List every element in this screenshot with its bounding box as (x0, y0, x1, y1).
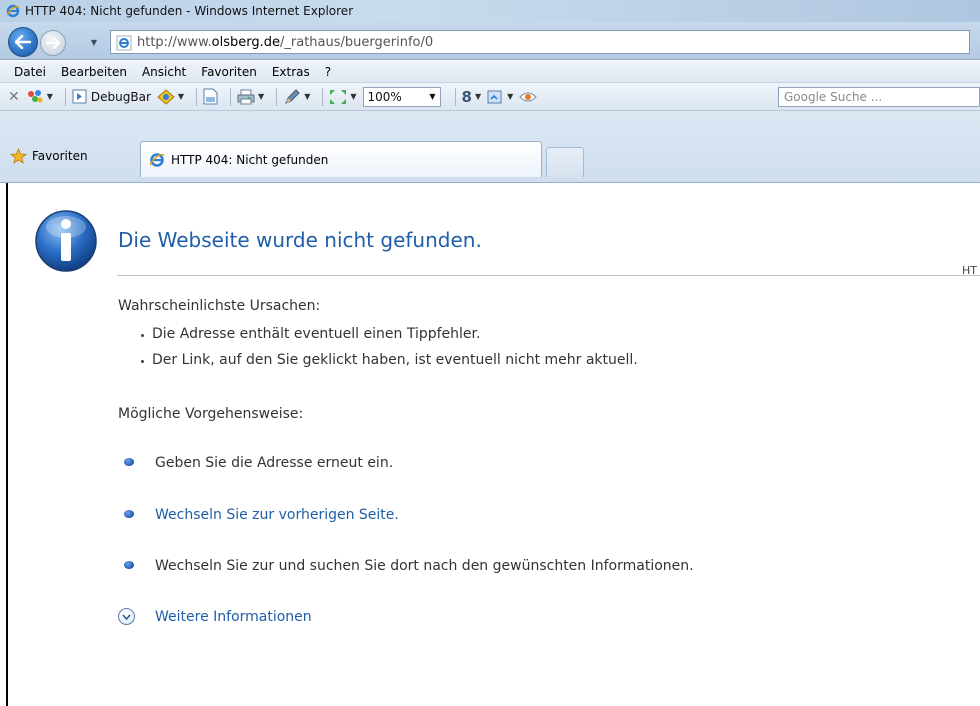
toolbar-separator (276, 87, 278, 106)
chevron-down-icon: ▼ (304, 92, 311, 101)
cause-item: Die Adresse enthält eventuell einen Tipp… (140, 326, 481, 342)
people-button[interactable]: ▼ (26, 86, 53, 108)
info-icon (35, 210, 97, 272)
debugbar-label: DebugBar (90, 89, 151, 104)
command-toolbar: ✕ ▼ DebugBar ▼ ▼ ▼ ▼ 100% ▼ 8 ▼ ▼ Google… (0, 83, 980, 111)
chevron-down-icon: ▼ (350, 92, 357, 101)
url-path: /_rathaus/buergerinfo/0 (280, 34, 434, 50)
expand-icon (330, 89, 347, 104)
feed-page-icon (487, 90, 502, 103)
favorites-label: Favoriten (32, 149, 88, 163)
people-icon (27, 89, 43, 102)
url-domain: olsberg.de (211, 34, 281, 50)
page-title: Die Webseite wurde nicht gefunden. (118, 228, 482, 252)
chevron-down-icon: ▼ (507, 92, 514, 101)
action-item: Wechseln Sie zur und suchen Sie dort nac… (124, 558, 694, 574)
arrow-right-icon (46, 37, 60, 49)
chevron-down-icon: ▼ (474, 92, 482, 101)
chevron-down-icon: ▼ (258, 92, 265, 101)
bullet-icon (124, 510, 134, 518)
print-button[interactable]: ▼ (237, 86, 264, 108)
chevron-down-icon: ▼ (429, 92, 436, 101)
diamond-icon (157, 88, 175, 105)
close-icon: ✕ (8, 88, 20, 105)
action-retype-address: Geben Sie die Adresse erneut ein. (155, 455, 394, 471)
eight-icon: 8 (461, 87, 472, 106)
toolbar-separator (230, 87, 232, 106)
ie-logo-icon (6, 4, 20, 18)
star-icon (10, 148, 27, 164)
page-content (0, 183, 980, 706)
ie-dev-button[interactable]: ▼ (157, 86, 184, 108)
window-title: HTTP 404: Nicht gefunden - Windows Inter… (25, 4, 354, 18)
content-border (6, 183, 8, 706)
eight-button[interactable]: 8 ▼ (462, 86, 482, 108)
page-icon (203, 88, 218, 105)
pen-icon (285, 88, 300, 104)
ie-logo-icon (149, 152, 165, 167)
url-prefix: http://www. (137, 34, 212, 50)
page-button[interactable] (203, 86, 218, 108)
chevron-down-icon: ▼ (90, 37, 98, 47)
cause-item: Der Link, auf den Sie geklickt haben, is… (141, 352, 638, 368)
tab-title: HTTP 404: Nicht gefunden (171, 152, 329, 167)
zoom-value: 100% (367, 89, 402, 104)
toolbar-separator (322, 87, 324, 106)
new-tab-button[interactable] (546, 147, 584, 177)
action-item: Wechseln Sie zur vorherigen Seite. (124, 507, 399, 523)
search-placeholder: Google Suche ... (784, 90, 883, 104)
debugbar-button[interactable]: DebugBar (72, 86, 151, 108)
fullscreen-button[interactable]: ▼ (329, 86, 357, 108)
search-input[interactable]: Google Suche ... (778, 87, 980, 107)
more-info-label: Weitere Informationen (155, 608, 312, 625)
menu-favoriten[interactable]: Favoriten (201, 65, 257, 79)
menu-datei[interactable]: Datei (14, 65, 46, 79)
zoom-select[interactable]: 100% ▼ (362, 86, 441, 107)
previous-page-link[interactable]: Wechseln Sie zur vorherigen Seite. (155, 507, 399, 523)
action-go-to-home: Wechseln Sie zur und suchen Sie dort nac… (155, 558, 694, 574)
tabs-bar: Favoriten HTTP 404: Nicht gefunden (0, 111, 980, 183)
menu-bar: Datei Bearbeiten Ansicht Favoriten Extra… (0, 61, 980, 83)
toolbar-separator (64, 87, 66, 106)
arrow-left-icon (15, 35, 31, 49)
heading-divider (117, 275, 980, 276)
feeds-button[interactable]: ▼ (487, 86, 513, 108)
bullet-icon (124, 458, 134, 466)
chevron-down-circle-icon (118, 608, 135, 625)
menu-extras[interactable]: Extras (272, 65, 310, 79)
chevron-down-icon: ▼ (46, 92, 53, 101)
menu-bearbeiten[interactable]: Bearbeiten (61, 65, 127, 79)
address-bar: ▼ http://www. olsberg.de/_rathaus/buerger… (0, 22, 980, 60)
causes-label: Wahrscheinlichste Ursachen: (118, 298, 321, 314)
eye-icon (519, 92, 537, 101)
bullet-icon (124, 561, 134, 569)
back-button[interactable] (8, 27, 38, 57)
pen-button[interactable]: ▼ (283, 86, 310, 108)
debugbar-icon (72, 89, 87, 104)
recent-pages-dropdown[interactable]: ▼ (88, 36, 100, 48)
more-info-link[interactable]: Weitere Informationen (118, 608, 312, 625)
chevron-down-icon: ▼ (177, 92, 185, 101)
toolbar-separator (196, 87, 198, 106)
ie-page-icon (116, 35, 132, 51)
action-item: Geben Sie die Adresse erneut ein. (124, 455, 393, 471)
favorites-button[interactable]: Favoriten (10, 148, 88, 164)
stop-button[interactable]: ✕ (8, 86, 20, 108)
eye-button[interactable] (519, 86, 537, 108)
toolbar-separator (454, 87, 456, 106)
tab-http-404[interactable]: HTTP 404: Nicht gefunden (140, 141, 542, 177)
menu-ansicht[interactable]: Ansicht (142, 65, 186, 79)
menu-help[interactable]: ? (325, 65, 331, 79)
actions-label: Mögliche Vorgehensweise: (118, 406, 304, 422)
window-title-bar: HTTP 404: Nicht gefunden - Windows Inter… (0, 0, 980, 22)
printer-icon (237, 89, 255, 104)
forward-button[interactable] (40, 30, 66, 56)
url-input[interactable]: http://www. olsberg.de/_rathaus/buergerin… (110, 30, 970, 54)
http-error-code: HT (962, 264, 977, 277)
